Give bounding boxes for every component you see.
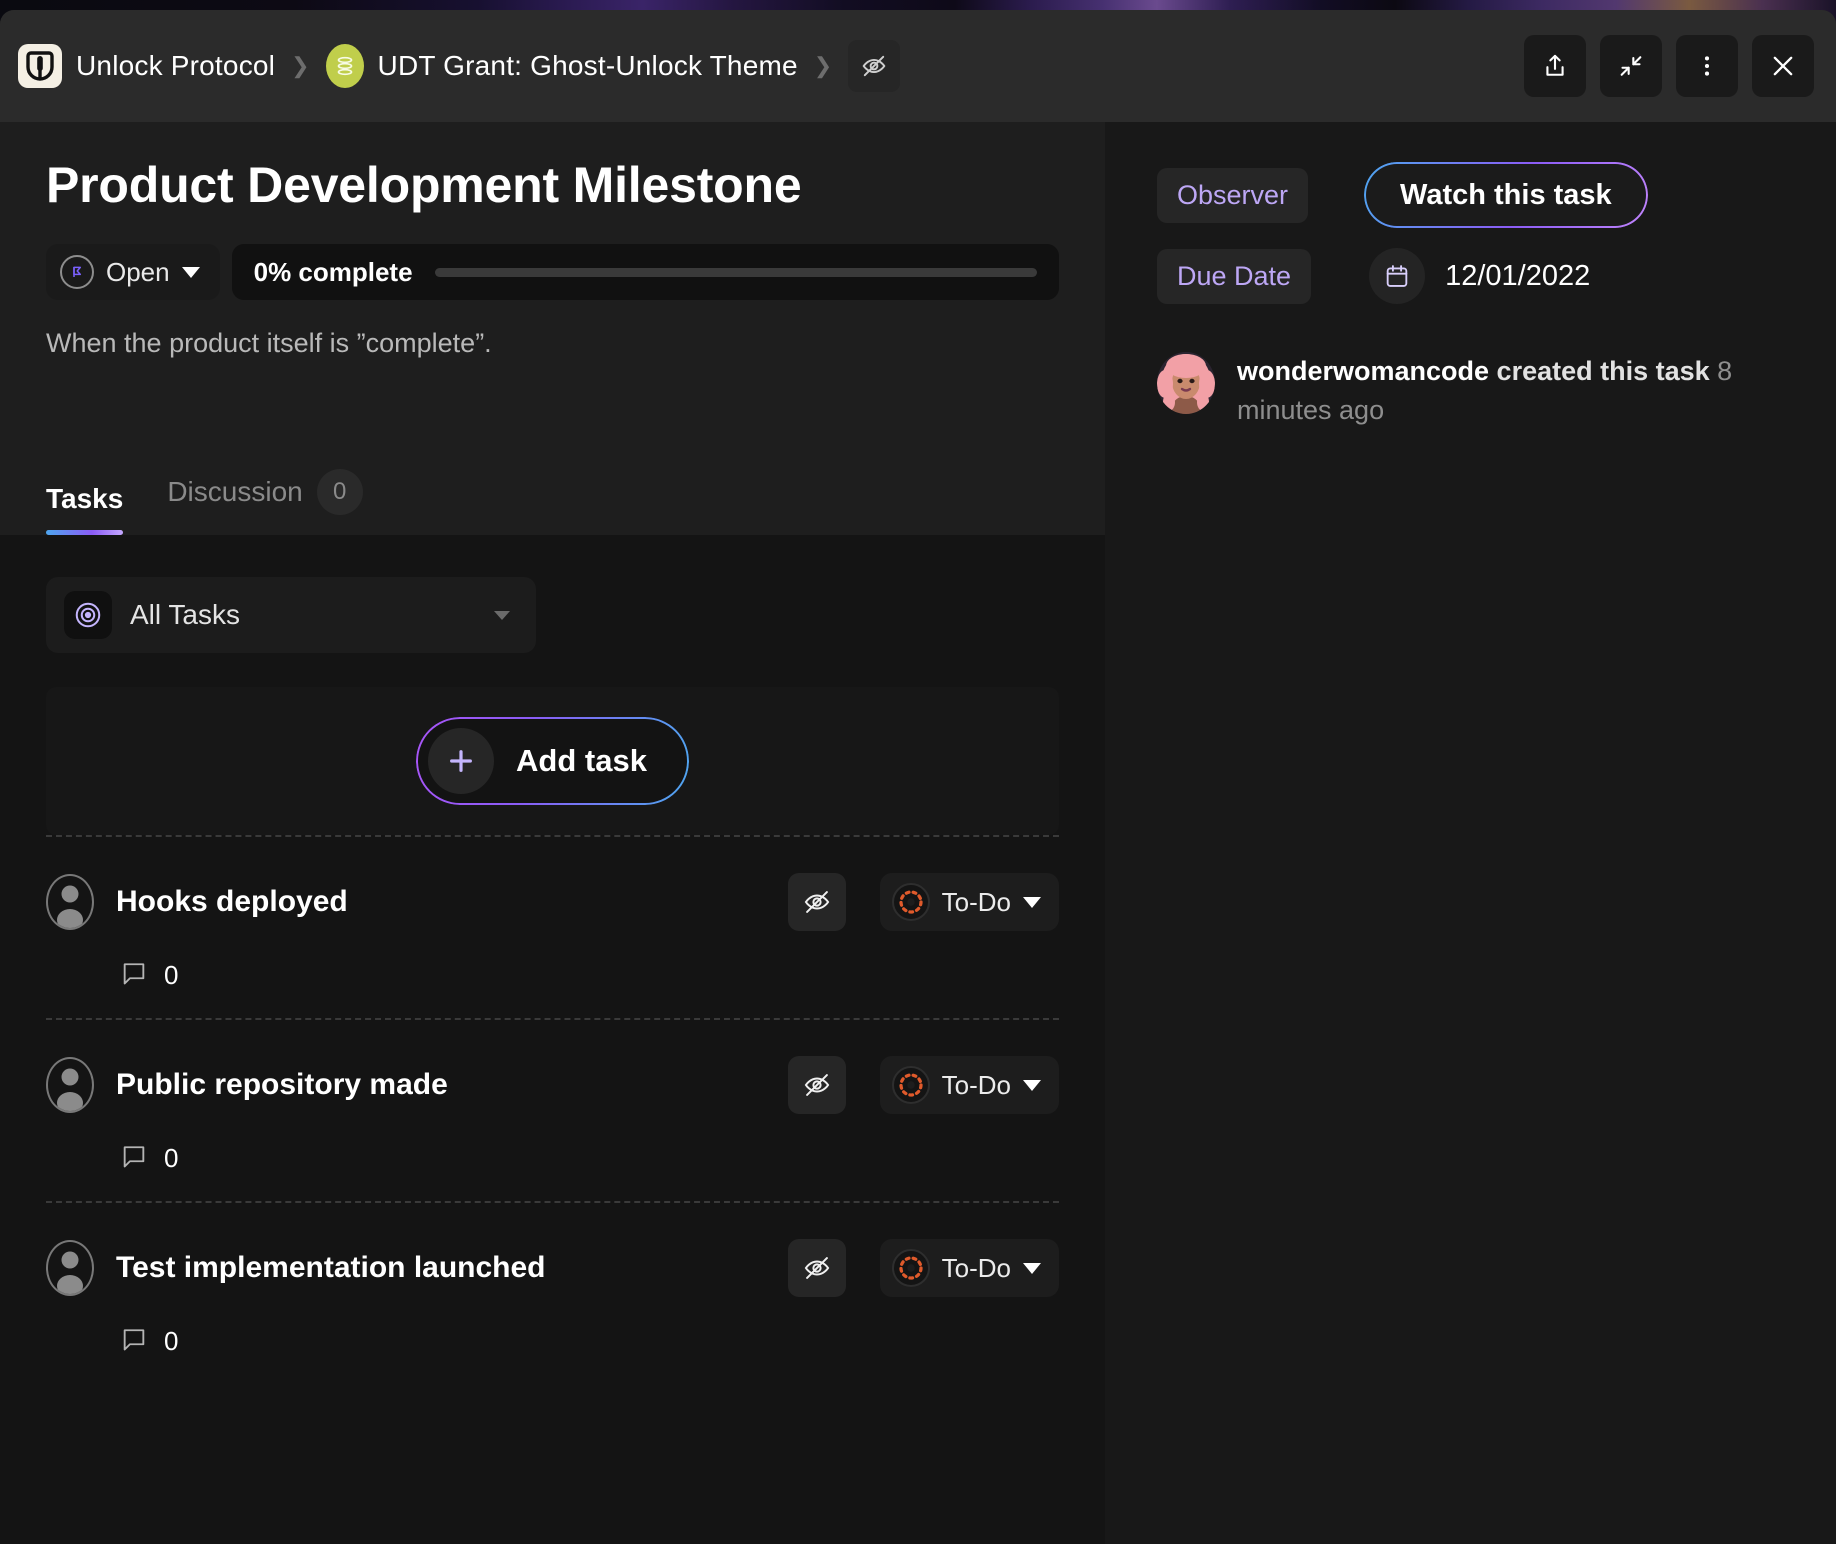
tab-tasks[interactable]: Tasks xyxy=(46,483,124,535)
plus-icon xyxy=(428,728,495,794)
due-date-label: Due Date xyxy=(1157,248,1312,304)
task-row-meta: 0 xyxy=(46,1325,1059,1358)
eye-off-icon[interactable] xyxy=(787,1239,846,1297)
comment-icon xyxy=(120,1142,148,1175)
eye-off-icon[interactable] xyxy=(787,873,846,931)
target-icon xyxy=(64,591,112,639)
task-header: Product Development Milestone Open 0% co… xyxy=(0,122,1105,535)
progress-indicator: 0% complete xyxy=(231,244,1059,300)
table-row[interactable]: Public repository made To-Do 0 xyxy=(46,1018,1059,1201)
page-title: Product Development Milestone xyxy=(46,157,802,213)
avatar xyxy=(46,1057,94,1113)
avatar xyxy=(1157,352,1215,414)
subtask-status-dropdown[interactable]: To-Do xyxy=(879,1056,1059,1114)
breadcrumb-org[interactable]: Unlock Protocol xyxy=(76,50,275,82)
watch-task-button[interactable]: Watch this task xyxy=(1366,164,1646,226)
chevron-down-icon xyxy=(1023,1079,1041,1091)
avatar xyxy=(46,1240,94,1296)
due-date-value-area[interactable]: 12/01/2022 xyxy=(1369,248,1590,304)
tab-discussion-count: 0 xyxy=(316,469,363,515)
progress-label: 0% complete xyxy=(253,256,413,287)
task-status-dropdown[interactable]: Open xyxy=(46,244,220,300)
todo-status-icon xyxy=(891,1249,930,1287)
modal-topbar: Unlock Protocol ❯ UDT Grant: Ghost-Unloc… xyxy=(0,10,1836,122)
comment-count: 0 xyxy=(164,960,179,990)
task-description: When the product itself is ”complete”. xyxy=(46,328,492,358)
breadcrumb-separator-icon: ❯ xyxy=(291,53,310,78)
tasks-panel: All Tasks Add task Hooks deployed To-Do … xyxy=(0,535,1105,1544)
eye-off-icon[interactable] xyxy=(787,1056,846,1114)
topbar-actions xyxy=(1524,35,1814,97)
comment-count: 0 xyxy=(164,1326,179,1356)
task-sidebar: Observer Watch this task Due Date 12/01/… xyxy=(1105,122,1836,1544)
avatar xyxy=(46,874,94,930)
observer-row: Observer Watch this task xyxy=(1157,164,1784,226)
add-task-button[interactable]: Add task xyxy=(418,719,687,803)
status-row: Open 0% complete xyxy=(46,244,1059,300)
comment-icon xyxy=(120,1325,148,1358)
task-row-meta: 0 xyxy=(46,1142,1059,1175)
comment-icon xyxy=(120,959,148,992)
task-status-label: Open xyxy=(106,256,170,287)
observer-value: Watch this task xyxy=(1366,164,1646,226)
comment-count: 0 xyxy=(164,1143,179,1173)
close-button[interactable] xyxy=(1752,35,1814,97)
table-row[interactable]: Hooks deployed To-Do 0 xyxy=(46,835,1059,1018)
add-task-zone: Add task xyxy=(46,687,1059,835)
due-date-text: 12/01/2022 xyxy=(1445,259,1591,292)
chevron-down-icon xyxy=(494,610,510,620)
task-row-main: Hooks deployed To-Do xyxy=(46,873,1059,931)
task-title: Test implementation launched xyxy=(116,1251,546,1284)
more-options-button[interactable] xyxy=(1676,35,1738,97)
subtask-status-label: To-Do xyxy=(941,1069,1011,1100)
tab-tasks-label: Tasks xyxy=(46,483,124,514)
observer-label: Observer xyxy=(1157,167,1309,223)
breadcrumb-separator-icon-2: ❯ xyxy=(813,53,833,78)
eye-off-icon[interactable] xyxy=(848,40,901,92)
task-row-main: Public repository made To-Do xyxy=(46,1056,1059,1114)
breadcrumb: Unlock Protocol ❯ UDT Grant: Ghost-Unloc… xyxy=(18,40,901,92)
task-detail-modal: Unlock Protocol ❯ UDT Grant: Ghost-Unloc… xyxy=(0,10,1836,1544)
activity-text: wonderwomancode created this task 8 minu… xyxy=(1237,352,1784,430)
tab-discussion[interactable]: Discussion 0 xyxy=(167,469,363,535)
chevron-down-icon xyxy=(1023,1262,1041,1274)
project-avatar xyxy=(325,44,364,88)
chevron-down-icon xyxy=(181,266,200,278)
task-row-meta: 0 xyxy=(46,959,1059,992)
chevron-down-icon xyxy=(1023,896,1041,908)
subtask-status-label: To-Do xyxy=(941,1252,1011,1283)
task-filter-dropdown[interactable]: All Tasks xyxy=(46,577,536,653)
tab-bar: Tasks Discussion 0 xyxy=(46,469,1059,535)
task-detail-pane: Product Development Milestone Open 0% co… xyxy=(0,122,1105,1544)
subtask-status-dropdown[interactable]: To-Do xyxy=(879,1239,1059,1297)
task-title: Hooks deployed xyxy=(116,885,348,918)
todo-status-icon xyxy=(891,883,930,921)
share-button[interactable] xyxy=(1524,35,1586,97)
add-task-label: Add task xyxy=(516,743,647,778)
task-title: Public repository made xyxy=(116,1068,448,1101)
activity-user[interactable]: wonderwomancode xyxy=(1237,356,1489,386)
collapse-button[interactable] xyxy=(1600,35,1662,97)
activity-entry: wonderwomancode created this task 8 minu… xyxy=(1157,352,1784,430)
todo-status-icon xyxy=(891,1066,930,1104)
unlock-protocol-logo-icon xyxy=(18,44,62,88)
calendar-icon xyxy=(1369,248,1426,304)
task-filter-label: All Tasks xyxy=(130,599,240,630)
progress-track xyxy=(434,267,1037,277)
open-flag-icon xyxy=(60,255,94,289)
due-date-row: Due Date 12/01/2022 xyxy=(1157,248,1784,304)
subtask-status-dropdown[interactable]: To-Do xyxy=(879,873,1059,931)
tab-discussion-label: Discussion xyxy=(167,476,303,507)
activity-action: created this task xyxy=(1496,356,1710,386)
task-row-main: Test implementation launched To-Do xyxy=(46,1239,1059,1297)
modal-body: Product Development Milestone Open 0% co… xyxy=(0,122,1836,1544)
subtask-status-label: To-Do xyxy=(941,886,1011,917)
breadcrumb-project[interactable]: UDT Grant: Ghost-Unlock Theme xyxy=(378,50,798,82)
table-row[interactable]: Test implementation launched To-Do 0 xyxy=(46,1201,1059,1384)
